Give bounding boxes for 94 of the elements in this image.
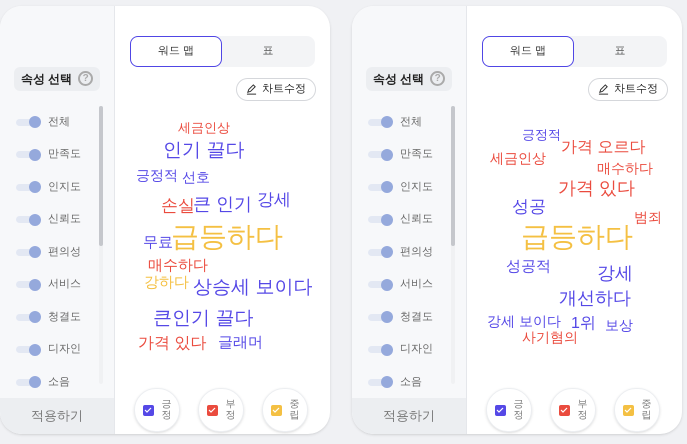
edit-chart-button[interactable]: 차트수정	[588, 78, 668, 101]
toggle-switch[interactable]	[368, 342, 394, 357]
word-cloud-term: 글래머	[218, 335, 263, 350]
edit-chart-button[interactable]: 차트수정	[236, 78, 316, 101]
word-cloud-term: 범죄	[634, 210, 662, 224]
toggle-switch[interactable]	[368, 310, 394, 324]
attribute-label: 만족도	[48, 147, 81, 162]
toggle-switch[interactable]	[368, 245, 394, 260]
header-label: 속성 선택	[20, 70, 72, 88]
apply-button[interactable]: 적용하기	[352, 398, 466, 434]
toggle-switch[interactable]	[368, 375, 394, 390]
checkbox[interactable]	[558, 404, 570, 416]
attribute-label: 청결도	[48, 310, 81, 325]
checkbox[interactable]	[622, 404, 634, 416]
toggle-switch[interactable]	[368, 115, 394, 130]
word-cloud-term: 성공적	[506, 259, 551, 274]
word-cloud-term: 1위	[571, 316, 596, 332]
attribute-label: 소음	[48, 374, 70, 390]
word-cloud-term: 급등하다	[171, 223, 283, 251]
attribute-label: 전체	[400, 114, 422, 130]
legend-toggle[interactable]: 부정	[550, 388, 596, 432]
word-cloud-term: 개선하다	[559, 289, 631, 307]
attribute-label: 신뢰도	[400, 212, 433, 228]
view-tab[interactable]: 워드 맵	[130, 36, 222, 67]
header-label: 속성 선택	[372, 70, 424, 88]
word-cloud-term: 가격 있다	[558, 179, 636, 197]
word-cloud-term: 강세 보이다	[487, 314, 561, 328]
toggle-switch[interactable]	[16, 148, 42, 162]
word-cloud-term: 긍정적	[522, 128, 561, 141]
attribute-label: 디자인	[48, 342, 81, 358]
word-cloud-term: 매수하다	[597, 161, 653, 175]
scrollbar-track[interactable]	[99, 106, 103, 384]
word-cloud-term: 급등하다	[521, 223, 633, 251]
toggle-switch[interactable]	[16, 212, 42, 227]
scrollbar-thumb[interactable]	[99, 106, 103, 246]
word-cloud-term: 세금인상	[178, 121, 230, 134]
word-cloud-term: 강세	[257, 191, 291, 208]
attribute-label: 만족도	[400, 147, 433, 162]
attribute-label: 전체	[48, 114, 70, 130]
toggle-switch[interactable]	[16, 342, 42, 357]
view-tab[interactable]: 워드 맵	[482, 36, 574, 67]
checkbox[interactable]	[494, 404, 506, 416]
word-cloud-term: 인기 끌다	[163, 141, 244, 160]
toggle-switch[interactable]	[16, 375, 42, 390]
word-cloud-term: 매수하다	[148, 258, 208, 273]
attribute-label: 인지도	[400, 180, 433, 195]
attribute-label: 편의성	[48, 244, 81, 260]
word-cloud-term: 강세	[597, 264, 633, 282]
legend-toggle[interactable]: 부정	[198, 388, 244, 432]
attribute-label: 디자인	[400, 342, 433, 358]
attribute-label: 소음	[400, 374, 422, 390]
checkbox[interactable]	[206, 404, 218, 416]
word-cloud-term: 사기혐의	[522, 330, 578, 344]
word-cloud-term: 강하다	[144, 275, 189, 290]
view-tab[interactable]: 표	[574, 36, 666, 67]
pencil-icon	[598, 84, 609, 95]
legend-toggle[interactable]: 중립	[262, 388, 308, 432]
attribute-label: 편의성	[400, 244, 433, 260]
attribute-label: 청결도	[400, 310, 433, 325]
scrollbar-thumb[interactable]	[451, 106, 455, 246]
word-cloud-term: 가격 오르다	[561, 140, 646, 156]
pencil-icon	[246, 84, 257, 95]
word-cloud-term: 큰 인기	[193, 195, 252, 213]
toggle-switch[interactable]	[16, 310, 42, 324]
checkbox[interactable]	[270, 404, 282, 416]
attribute-label: 서비스	[48, 277, 81, 292]
legend-toggle[interactable]: 중립	[614, 388, 660, 432]
word-cloud-term: 가격 있다	[138, 336, 206, 352]
toggle-switch[interactable]	[368, 148, 394, 162]
word-cloud-term: 큰인기 끌다	[153, 309, 254, 328]
toggle-switch[interactable]	[368, 212, 394, 227]
word-cloud-term: 세금인상	[490, 151, 546, 165]
toggle-switch[interactable]	[368, 278, 394, 292]
attribute-label: 인지도	[48, 180, 81, 195]
word-cloud-term: 무료	[143, 235, 173, 250]
scrollbar-track[interactable]	[451, 106, 455, 384]
word-cloud-term: 상승세 보이다	[193, 278, 312, 297]
attribute-label: 신뢰도	[48, 212, 81, 228]
toggle-switch[interactable]	[368, 180, 394, 194]
attribute-label: 서비스	[400, 277, 433, 292]
toggle-switch[interactable]	[16, 278, 42, 292]
word-cloud-term: 손실	[161, 197, 195, 214]
word-cloud-term: 선호	[182, 170, 210, 184]
word-cloud-term: 성공	[512, 198, 546, 215]
toggle-switch[interactable]	[16, 115, 42, 130]
word-cloud-term: 긍정적	[136, 168, 178, 182]
apply-button[interactable]: 적용하기	[0, 398, 114, 434]
legend-toggle[interactable]: 긍정	[486, 388, 532, 432]
toggle-switch[interactable]	[16, 245, 42, 260]
word-cloud-term: 보상	[605, 318, 633, 332]
checkbox[interactable]	[142, 404, 154, 416]
view-tab[interactable]: 표	[222, 36, 314, 67]
legend-toggle[interactable]: 긍정	[134, 388, 180, 432]
toggle-switch[interactable]	[16, 180, 42, 194]
